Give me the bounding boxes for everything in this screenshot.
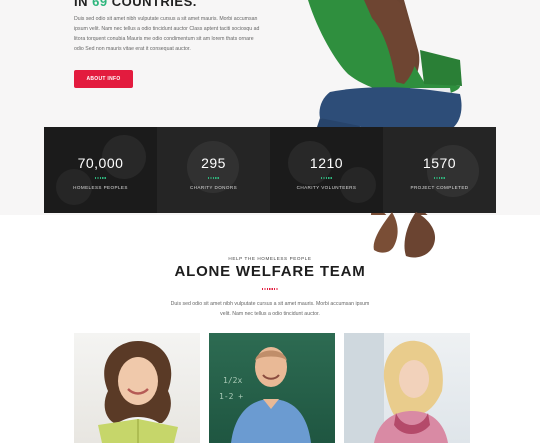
team-member-card[interactable] [74,333,200,443]
stat-divider [207,176,220,179]
stat-value: 1570 [422,154,457,171]
hero-heading-prefix: IN [74,0,93,9]
stat-divider [433,176,446,179]
hero-heading-suffix: COUNTRIES. [107,0,197,9]
stat-value: 295 [201,154,226,171]
team-title: ALONE WELFARE TEAM [174,263,366,280]
team-member-photo [344,333,448,443]
hero-description: Duis sed odio sit amet nibh vulputate cu… [74,16,260,52]
svg-text:1-2 +: 1-2 + [219,392,243,401]
hero-heading-number: 69 [92,0,108,9]
stat-homeless-peoples: 70,000 HOMELESS PEOPLES [44,127,157,213]
team-member-card[interactable] [344,333,470,443]
stats-band: 70,000 HOMELESS PEOPLES 295 CHARITY DONO… [44,127,496,213]
team-eyebrow: HELP THE HOMELESS PEOPLE [228,256,312,261]
stat-label: CHARITY DONORS [189,184,238,190]
stat-divider [94,176,107,179]
stat-value: 1210 [309,154,344,171]
team-divider [262,288,278,290]
stat-charity-donors: 295 CHARITY DONORS [157,127,270,213]
team-member-photo [98,341,178,443]
stat-divider [320,176,333,179]
stat-value: 70,000 [77,154,124,171]
about-info-button[interactable]: ABOUT INFO [74,70,133,88]
stat-label: PROJECT COMPLETED [410,184,469,190]
hero-heading: IN 69 COUNTRIES. [74,0,197,9]
stat-label: HOMELESS PEOPLES [73,184,128,190]
team-member-photo: 1/2x 1-2 + [219,347,311,443]
stat-label: CHARITY VOLUNTEERS [296,184,357,190]
team-description: Duis sed odio sit amet nibh vulputate cu… [170,301,370,317]
svg-text:1/2x: 1/2x [223,376,242,385]
team-member-card[interactable]: 1/2x 1-2 + [209,333,335,443]
stat-charity-volunteers: 1210 CHARITY VOLUNTEERS [270,127,383,213]
stat-project-completed: 1570 PROJECT COMPLETED [383,127,496,213]
